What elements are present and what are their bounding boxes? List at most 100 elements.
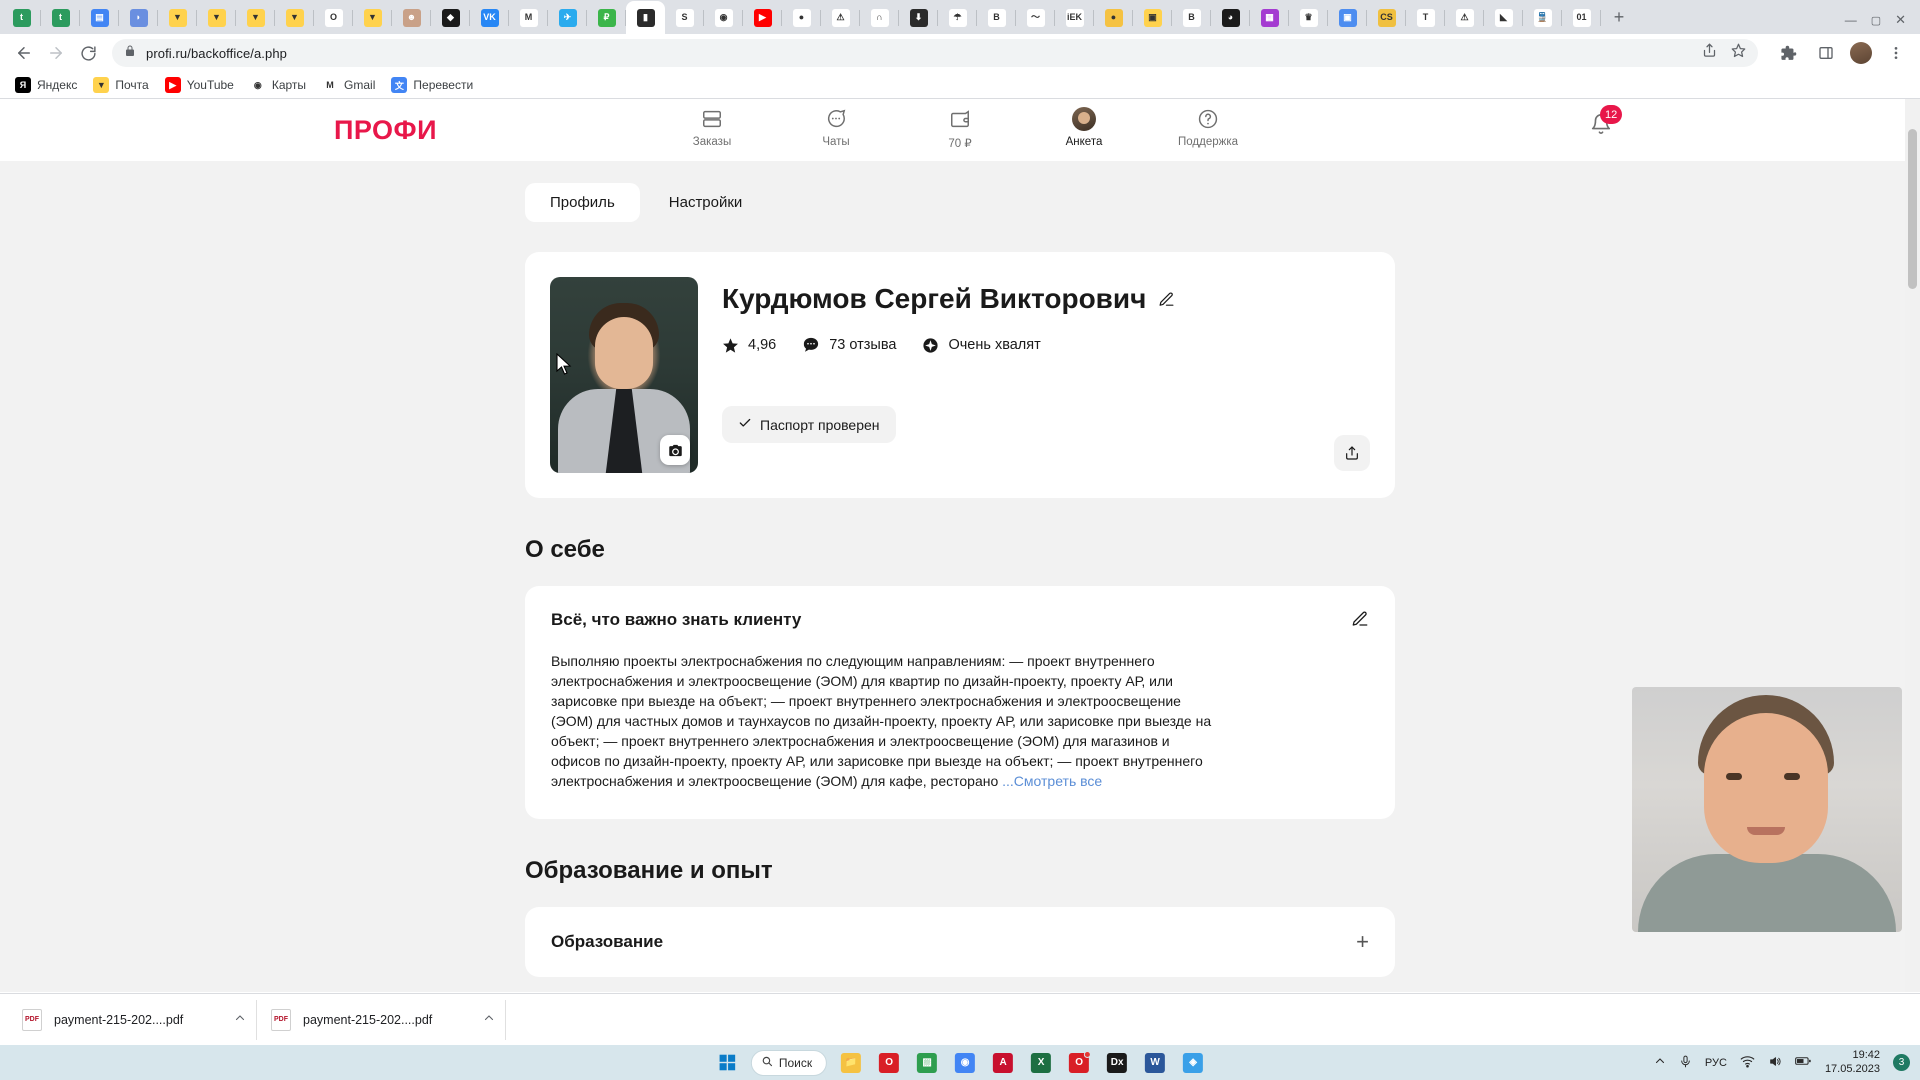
money-green-tab[interactable]: ₽ xyxy=(587,1,626,34)
nav-item-1[interactable]: Чаты xyxy=(799,107,873,148)
puzzle-extensions-icon[interactable] xyxy=(1774,39,1802,67)
bookmark-gmail[interactable]: M Gmail xyxy=(315,74,382,96)
windows-start-icon[interactable] xyxy=(713,1049,741,1077)
cs-yellow-tab[interactable]: CS xyxy=(1367,1,1406,34)
bookmark-youtube[interactable]: ▶ YouTube xyxy=(158,74,241,96)
warning-triangle-tab[interactable]: ⚠ xyxy=(821,1,860,34)
scrollbar-thumb[interactable] xyxy=(1908,129,1917,289)
telegram-green-tab[interactable]: t xyxy=(2,1,41,34)
show-all-link[interactable]: ...Смотреть все xyxy=(1002,773,1102,789)
clock[interactable]: 19:42 17.05.2023 xyxy=(1825,1049,1880,1077)
chart-line-tab[interactable]: 〜 xyxy=(1016,1,1055,34)
youtube-tab[interactable]: ▶ xyxy=(743,1,782,34)
telegram-green-tab-2[interactable]: t xyxy=(41,1,80,34)
address-bar[interactable]: profi.ru/backoffice/a.php xyxy=(112,39,1758,67)
mail-ru-tab-4[interactable]: ▼ xyxy=(275,1,314,34)
chevron-up-icon[interactable] xyxy=(1654,1055,1666,1070)
language-indicator[interactable]: РУС xyxy=(1705,1057,1727,1069)
colored-circles-tab[interactable]: ● xyxy=(782,1,821,34)
file-explorer-icon[interactable]: 📁 xyxy=(837,1049,865,1077)
share-export-icon[interactable] xyxy=(1334,435,1370,471)
autocad-icon[interactable]: A xyxy=(989,1049,1017,1077)
wifi-icon[interactable] xyxy=(1740,1055,1755,1071)
mail-ru-tab-3[interactable]: ▼ xyxy=(236,1,275,34)
train-red-tab[interactable]: 🚆 xyxy=(1523,1,1562,34)
telegram-tab[interactable]: ✈ xyxy=(548,1,587,34)
caret-up-icon[interactable] xyxy=(483,1012,495,1027)
back-arrow-icon[interactable] xyxy=(10,39,38,67)
pencil-edit-icon[interactable] xyxy=(1158,283,1175,315)
dark-circle-tab[interactable]: ◕ xyxy=(1211,1,1250,34)
contact-card-tab[interactable]: ▮ xyxy=(626,1,665,34)
bbo-blog-tab-2[interactable]: B xyxy=(1172,1,1211,34)
blue-origami-tab[interactable]: ◣ xyxy=(1484,1,1523,34)
maximize-button[interactable]: ▢ xyxy=(1871,14,1881,27)
vk-tab[interactable]: VK xyxy=(470,1,509,34)
pencil-edit-icon[interactable] xyxy=(1351,610,1369,633)
forward-arrow-icon[interactable] xyxy=(42,39,70,67)
mail-ru-tab-5[interactable]: ▼ xyxy=(353,1,392,34)
camera-icon[interactable] xyxy=(660,435,690,465)
nav-item-3[interactable]: Анкета xyxy=(1047,107,1121,148)
education-card[interactable]: Образование + xyxy=(525,907,1395,978)
eagle-emblem-tab[interactable]: ♛ xyxy=(1289,1,1328,34)
download-item[interactable]: PDF payment-215-202....pdf xyxy=(261,999,506,1040)
bookmark-яндекс[interactable]: Я Яндекс xyxy=(8,74,84,96)
iek-tab[interactable]: iEK xyxy=(1055,1,1094,34)
blue-box-tab[interactable]: ▣ xyxy=(1328,1,1367,34)
three-dot-menu-icon[interactable] xyxy=(1882,39,1910,67)
word-icon[interactable]: W xyxy=(1141,1049,1169,1077)
page-scrollbar[interactable] xyxy=(1905,99,1920,992)
bookmark-карты[interactable]: ◉ Карты xyxy=(243,74,313,96)
blue-capsule-tab[interactable]: ◗ xyxy=(119,1,158,34)
calculator-purple-tab[interactable]: ▦ xyxy=(1250,1,1289,34)
opera-gx-icon[interactable]: O xyxy=(1065,1049,1093,1077)
opera-icon[interactable]: O xyxy=(875,1049,903,1077)
caret-up-icon[interactable] xyxy=(234,1012,246,1027)
microphone-icon[interactable] xyxy=(1679,1055,1692,1071)
umbrella-tab[interactable]: ☂ xyxy=(938,1,977,34)
bbo-blog-tab[interactable]: B xyxy=(977,1,1016,34)
minimize-button[interactable]: — xyxy=(1845,13,1857,27)
tab-settings[interactable]: Настройки xyxy=(644,183,768,222)
avatar-person-tab[interactable]: ☻ xyxy=(392,1,431,34)
dropbox-icon[interactable]: Dx xyxy=(1103,1049,1131,1077)
speaker-icon[interactable] xyxy=(1768,1055,1782,1071)
opera-tab[interactable]: O xyxy=(314,1,353,34)
browser-profile-avatar[interactable] xyxy=(1850,42,1872,64)
yellow-circle-tab[interactable]: ● xyxy=(1094,1,1133,34)
notifications-bell[interactable]: 12 xyxy=(1590,105,1623,140)
new-tab-button[interactable]: + xyxy=(1605,3,1633,31)
taskbar-search[interactable]: Поиск xyxy=(750,1049,828,1076)
profile-stat-2[interactable]: Очень хвалят xyxy=(922,337,1041,354)
orange-people-tab[interactable]: ∩ xyxy=(860,1,899,34)
warning-triangle-tab-2[interactable]: ⚠ xyxy=(1445,1,1484,34)
tab-profile[interactable]: Профиль xyxy=(525,183,640,222)
antenna-tab[interactable]: ◉ xyxy=(704,1,743,34)
blue-app-icon[interactable]: ◈ xyxy=(1179,1049,1207,1077)
nav-item-4[interactable]: Поддержка xyxy=(1171,107,1245,148)
battery-icon[interactable] xyxy=(1795,1055,1812,1070)
diamond-black-tab[interactable]: ◆ xyxy=(431,1,470,34)
gmail-tab[interactable]: M xyxy=(509,1,548,34)
xbox-green-icon[interactable]: ▨ xyxy=(913,1049,941,1077)
share-icon[interactable] xyxy=(1702,43,1717,63)
zero-one-tab[interactable]: 01 xyxy=(1562,1,1601,34)
profile-photo[interactable] xyxy=(550,277,698,473)
plus-icon[interactable]: + xyxy=(1356,931,1369,953)
sberbank-tab[interactable]: S xyxy=(665,1,704,34)
tinkoff-tab[interactable]: T xyxy=(1406,1,1445,34)
nav-item-2[interactable]: 70 ₽ xyxy=(923,107,997,150)
profile-stat-0[interactable]: 4,96 xyxy=(722,337,776,354)
reload-icon[interactable] xyxy=(74,39,102,67)
image-photo-tab[interactable]: ▣ xyxy=(1133,1,1172,34)
bookmark-почта[interactable]: ▼ Почта xyxy=(86,74,155,96)
excel-icon[interactable]: X xyxy=(1027,1049,1055,1077)
notification-center-badge[interactable]: 3 xyxy=(1893,1054,1910,1071)
profi-logo[interactable]: ПРОФИ xyxy=(334,115,437,146)
bookmark-перевести[interactable]: 文 Перевести xyxy=(384,74,480,96)
side-panel-icon[interactable] xyxy=(1812,39,1840,67)
download-item[interactable]: PDF payment-215-202....pdf xyxy=(12,999,257,1040)
profile-stat-1[interactable]: 73 отзыва xyxy=(802,336,896,354)
close-button[interactable]: ✕ xyxy=(1895,12,1906,28)
